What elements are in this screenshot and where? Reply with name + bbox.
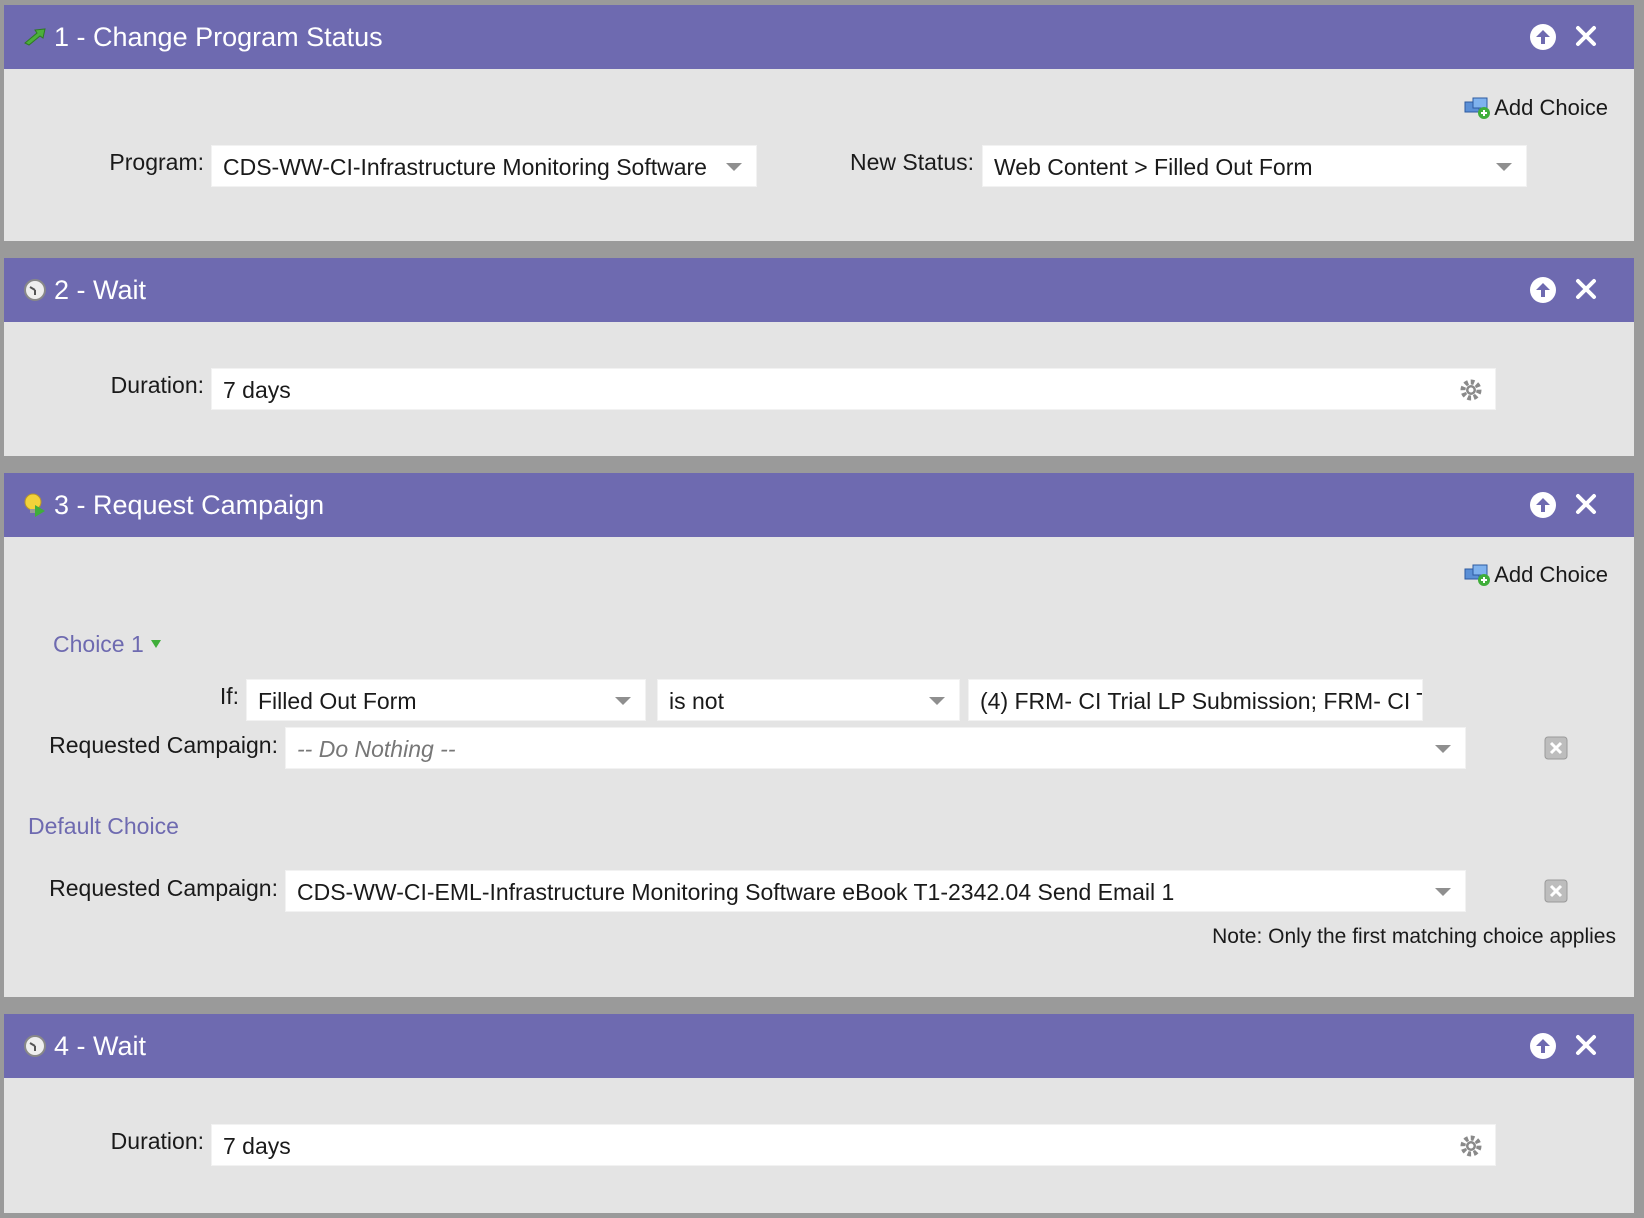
- step-header[interactable]: 2 - Wait: [4, 258, 1634, 322]
- step-header[interactable]: 4 - Wait: [4, 1014, 1634, 1078]
- step-title: 4 - Wait: [54, 1030, 147, 1061]
- chevron-down-icon: [1435, 745, 1451, 753]
- if-field-select[interactable]: Filled Out Form: [246, 679, 646, 721]
- first-match-note: Note: Only the first matching choice app…: [1212, 925, 1616, 948]
- move-up-icon[interactable]: [1530, 24, 1556, 50]
- add-choice-icon: [1464, 97, 1491, 119]
- default-requested-campaign-label: Requested Campaign:: [49, 875, 278, 901]
- if-operator-value: is not: [669, 688, 724, 714]
- clock-icon: [22, 277, 48, 303]
- request-campaign-icon: [22, 492, 48, 518]
- program-label: Program:: [109, 149, 204, 175]
- duration-label: Duration:: [110, 372, 204, 398]
- new-status-select[interactable]: Web Content > Filled Out Form: [982, 145, 1527, 187]
- if-field-value: Filled Out Form: [258, 688, 417, 714]
- step-2-wait: 2 - Wait Duration: 7 days: [4, 258, 1634, 456]
- chevron-down-icon: [726, 163, 742, 171]
- triangle-down-icon: [151, 640, 162, 648]
- move-up-icon[interactable]: [1530, 277, 1556, 303]
- move-up-icon[interactable]: [1530, 492, 1556, 518]
- default-choice-title: Default Choice: [28, 813, 179, 839]
- choice-1-title: Choice 1: [53, 631, 144, 657]
- step-body: Duration: 7 days: [4, 322, 1634, 456]
- duration-value: 7 days: [223, 377, 291, 403]
- step-4-wait: 4 - Wait Duration: 7 days: [4, 1014, 1634, 1213]
- chevron-down-icon: [1496, 163, 1512, 171]
- add-choice-button[interactable]: Add Choice: [1464, 562, 1608, 588]
- if-value-input[interactable]: (4) FRM- CI Trial LP Submission; FRM- CI…: [968, 679, 1423, 721]
- clock-icon: [22, 1033, 48, 1059]
- duration-label: Duration:: [110, 1128, 204, 1154]
- default-requested-campaign-value: CDS-WW-CI-EML-Infrastructure Monitoring …: [297, 879, 1175, 905]
- delete-default-choice-icon[interactable]: [1544, 879, 1568, 903]
- close-icon[interactable]: [1571, 489, 1601, 519]
- default-requested-campaign-select[interactable]: CDS-WW-CI-EML-Infrastructure Monitoring …: [285, 870, 1466, 912]
- step-body: Add Choice Choice 1 If: Filled Out Form …: [4, 537, 1634, 997]
- if-operator-select[interactable]: is not: [657, 679, 960, 721]
- program-select[interactable]: CDS-WW-CI-Infrastructure Monitoring Soft…: [211, 145, 757, 187]
- program-value: CDS-WW-CI-Infrastructure Monitoring Soft…: [223, 154, 707, 180]
- step-header[interactable]: 1 - Change Program Status: [4, 5, 1634, 69]
- requested-campaign-value: -- Do Nothing --: [297, 736, 456, 762]
- duration-value: 7 days: [223, 1133, 291, 1159]
- new-status-value: Web Content > Filled Out Form: [994, 154, 1313, 180]
- step-body: Add Choice Program: CDS-WW-CI-Infrastruc…: [4, 69, 1634, 241]
- step-title: 2 - Wait: [54, 274, 147, 305]
- add-choice-button[interactable]: Add Choice: [1464, 95, 1608, 121]
- gear-icon[interactable]: [1459, 1134, 1483, 1158]
- add-choice-label: Add Choice: [1494, 95, 1608, 120]
- step-3-request-campaign: 3 - Request Campaign Add Choice Choice 1…: [4, 473, 1634, 997]
- duration-input[interactable]: 7 days: [211, 368, 1496, 410]
- add-choice-icon: [1464, 564, 1491, 586]
- step-body: Duration: 7 days: [4, 1078, 1634, 1213]
- requested-campaign-select[interactable]: -- Do Nothing --: [285, 727, 1466, 769]
- step-title: 3 - Request Campaign: [54, 489, 325, 520]
- requested-campaign-label: Requested Campaign:: [49, 732, 278, 758]
- delete-choice-icon[interactable]: [1544, 736, 1568, 760]
- add-choice-label: Add Choice: [1494, 562, 1608, 587]
- choice-1-toggle[interactable]: Choice 1: [53, 631, 162, 658]
- duration-input[interactable]: 7 days: [211, 1124, 1496, 1166]
- new-status-label: New Status:: [850, 149, 974, 175]
- if-value-text: (4) FRM- CI Trial LP Submission; FRM- CI…: [980, 688, 1423, 714]
- move-up-icon[interactable]: [1530, 1033, 1556, 1059]
- chevron-down-icon: [1435, 888, 1451, 896]
- close-icon[interactable]: [1571, 274, 1601, 304]
- step-1-change-program-status: 1 - Change Program Status Add Choice Pro…: [4, 5, 1634, 241]
- if-label: If:: [219, 683, 239, 709]
- chevron-down-icon: [929, 697, 945, 705]
- close-icon[interactable]: [1571, 1030, 1601, 1060]
- step-title: 1 - Change Program Status: [54, 21, 383, 52]
- change-status-icon: [22, 24, 48, 50]
- close-icon[interactable]: [1571, 21, 1601, 51]
- gear-icon[interactable]: [1459, 378, 1483, 402]
- step-header[interactable]: 3 - Request Campaign: [4, 473, 1634, 537]
- chevron-down-icon: [615, 697, 631, 705]
